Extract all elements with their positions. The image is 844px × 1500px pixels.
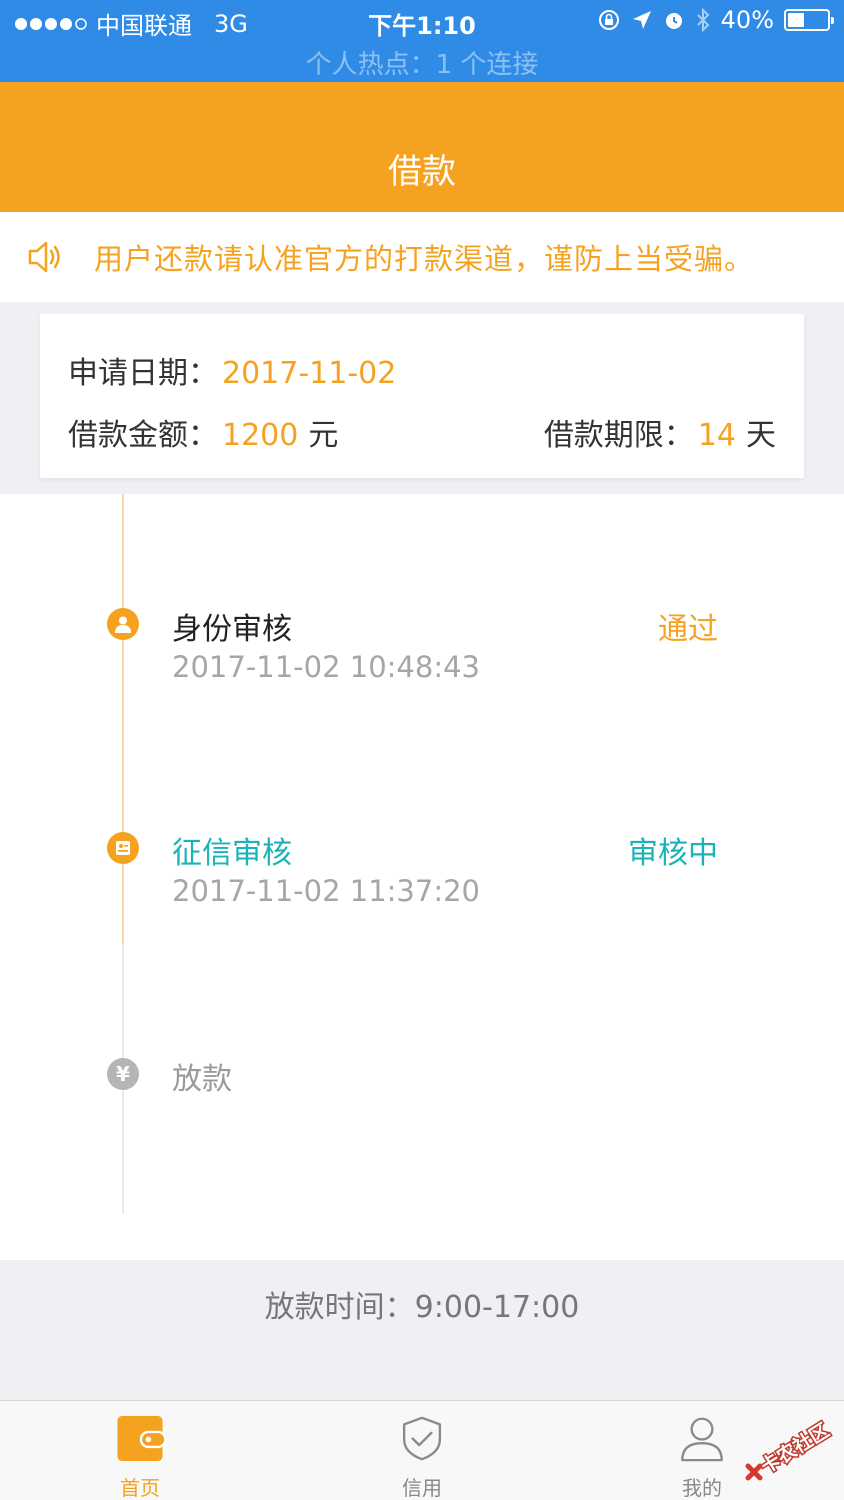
kanong-watermark: 卡农社区 bbox=[742, 1412, 838, 1492]
tab-bar: 首页 信用 我的 bbox=[0, 1400, 844, 1500]
term-group: 借款期限： 14 天 bbox=[544, 410, 776, 454]
step-status: 通过 bbox=[658, 612, 718, 647]
status-bar: 中国联通 3G 下午1:10 40% 个人热点：1 个连接 bbox=[0, 0, 844, 82]
notice-banner: 用户还款请认准官方的打款渠道，谨防上当受骗。 bbox=[0, 212, 844, 302]
battery-percent: 40% bbox=[720, 6, 774, 34]
term-unit: 天 bbox=[746, 418, 776, 453]
tab-label: 首页 bbox=[120, 1476, 160, 1500]
apply-date-value: 2017-11-02 bbox=[222, 356, 397, 391]
amount-term-row: 借款金额： 1200 元 借款期限： 14 天 bbox=[68, 410, 776, 454]
step-title: 身份审核 bbox=[172, 612, 292, 647]
alarm-icon bbox=[665, 13, 682, 29]
wallet-icon bbox=[117, 1415, 165, 1462]
amount-group: 借款金额： 1200 元 bbox=[68, 410, 338, 454]
amount-label: 借款金额： bbox=[68, 418, 218, 453]
tab-credit[interactable]: 信用 bbox=[342, 1401, 502, 1500]
step-title: 放款 bbox=[172, 1062, 232, 1097]
rotation-lock-icon bbox=[598, 10, 619, 30]
user-icon bbox=[681, 1417, 723, 1462]
tab-home[interactable]: 首页 bbox=[60, 1401, 220, 1500]
hotspot-label[interactable]: 个人热点：1 个连接 bbox=[0, 44, 844, 81]
page-title: 借款 bbox=[388, 152, 456, 192]
location-icon bbox=[632, 11, 651, 29]
step-time: 2017-11-02 10:48:43 bbox=[172, 650, 480, 684]
tab-label: 我的 bbox=[682, 1476, 722, 1500]
amount-value: 1200 bbox=[222, 418, 299, 453]
yuan-icon: ¥ bbox=[107, 1058, 139, 1090]
loan-time-info: 放款时间：9:00-17:00 bbox=[264, 1290, 580, 1325]
apply-date-row: 申请日期： 2017-11-02 bbox=[68, 348, 396, 392]
speaker-icon bbox=[28, 241, 60, 273]
watermark-text: 卡农社区 bbox=[757, 1418, 834, 1478]
timeline-line-done bbox=[122, 494, 124, 944]
tab-label: 信用 bbox=[402, 1476, 442, 1500]
bluetooth-icon bbox=[696, 8, 710, 32]
progress-timeline: 身份审核 通过 2017-11-02 10:48:43 征信审核 审核中 201… bbox=[0, 494, 844, 1260]
term-label: 借款期限： bbox=[543, 418, 694, 453]
id-card-icon bbox=[107, 832, 139, 864]
status-right: 40% bbox=[597, 6, 834, 34]
loan-info-card: 申请日期： 2017-11-02 借款金额： 1200 元 借款期限： 14 天 bbox=[40, 314, 804, 478]
notice-text: 用户还款请认准官方的打款渠道，谨防上当受骗。 bbox=[94, 242, 755, 276]
nav-bar: 借款 bbox=[0, 82, 844, 212]
user-icon bbox=[107, 608, 139, 640]
term-value: 14 bbox=[697, 418, 736, 453]
amount-unit: 元 bbox=[308, 418, 339, 453]
step-status: 审核中 bbox=[628, 836, 718, 871]
shield-check-icon bbox=[402, 1416, 442, 1461]
step-time: 2017-11-02 11:37:20 bbox=[172, 874, 480, 908]
step-title: 征信审核 bbox=[172, 836, 292, 871]
battery-icon bbox=[784, 9, 834, 31]
apply-date-label: 申请日期： bbox=[68, 356, 218, 391]
